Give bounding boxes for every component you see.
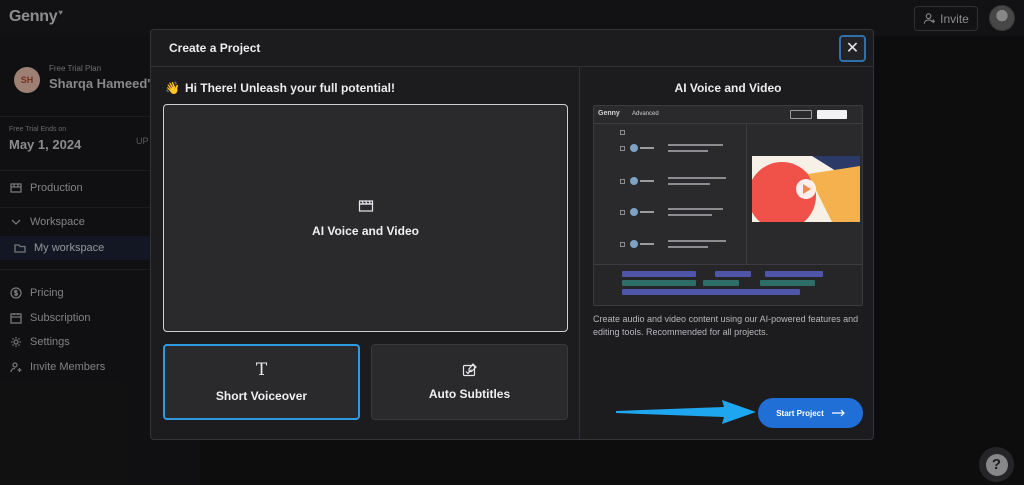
feature-preview-image: Genny Advanced: [593, 105, 863, 306]
preview-row: [620, 238, 740, 252]
detail-title: AI Voice and Video: [674, 81, 782, 95]
preview-button: [790, 110, 812, 119]
preview-button: [817, 110, 847, 119]
option-ai-voice-video[interactable]: AI Voice and Video: [163, 104, 568, 332]
preview-tab: Advanced: [632, 111, 659, 117]
modal-title: Create a Project: [169, 41, 261, 55]
option-label: AI Voice and Video: [312, 223, 419, 238]
option-label: Short Voiceover: [215, 388, 308, 403]
preview-row: [620, 206, 740, 220]
preview-logo: Genny: [598, 110, 620, 117]
option-auto-subtitles[interactable]: Auto Subtitles: [371, 344, 568, 420]
preview-row: [620, 175, 740, 189]
preview-timeline: [594, 264, 862, 305]
preview-toolbar: Genny Advanced: [594, 106, 862, 124]
start-project-label: Start Project: [776, 408, 824, 418]
option-detail-pane: AI Voice and Video Genny Advanced Create…: [581, 67, 873, 439]
subtitles-edit-icon: [462, 363, 477, 377]
preview-video-thumbnail: [752, 156, 860, 222]
start-project-button[interactable]: Start Project: [758, 398, 863, 428]
greeting-text: Hi There! Unleash your full potential!: [184, 81, 395, 95]
text-t-icon: T: [255, 359, 268, 380]
greeting: 👋 Hi There! Unleash your full potential!: [165, 81, 395, 95]
modal-header: Create a Project ✕: [151, 30, 873, 67]
preview-script-list: [594, 124, 747, 264]
option-label: Auto Subtitles: [428, 387, 511, 401]
preview-row: [620, 142, 740, 156]
project-options-pane: 👋 Hi There! Unleash your full potential!…: [151, 67, 580, 439]
detail-description: Create audio and video content using our…: [593, 314, 859, 337]
annotation-arrow-icon: [616, 400, 756, 424]
wave-hand-icon: 👋: [165, 81, 180, 95]
close-icon: ✕: [845, 39, 860, 57]
preview-row: [620, 126, 740, 140]
create-project-modal: Create a Project ✕ 👋 Hi There! Unleash y…: [150, 29, 874, 440]
close-button[interactable]: ✕: [839, 35, 866, 62]
arrow-right-icon: [831, 409, 845, 417]
option-short-voiceover[interactable]: T Short Voiceover: [163, 344, 360, 420]
clapperboard-icon: [358, 199, 373, 212]
